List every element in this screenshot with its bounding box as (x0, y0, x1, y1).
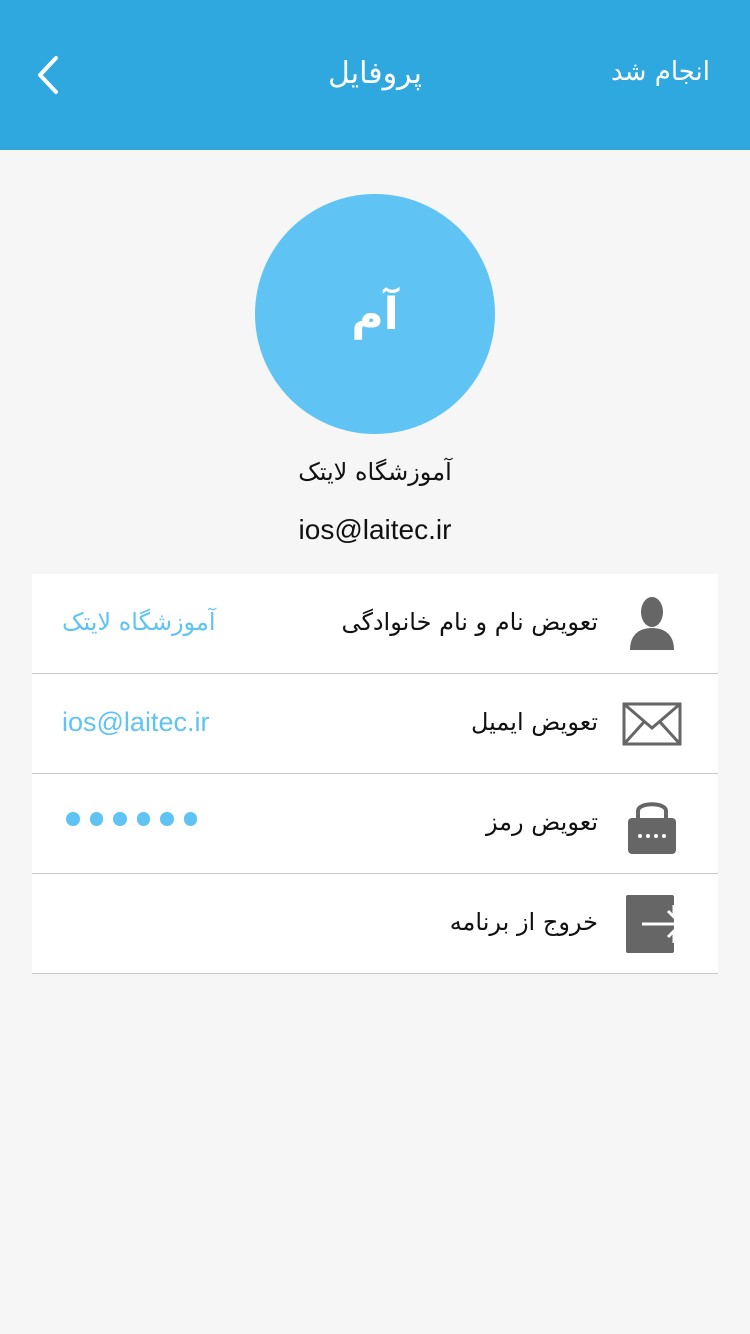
envelope-icon (622, 702, 682, 746)
navigation-bar: پروفایل انجام شد (0, 0, 750, 150)
password-dot (136, 812, 150, 826)
done-button[interactable]: انجام شد (611, 52, 710, 92)
logout-icon (626, 895, 684, 953)
logout-label: خروج از برنامه (449, 908, 598, 936)
masked-password (66, 812, 197, 826)
password-dot (160, 812, 174, 826)
profile-email: ios@laitec.ir (298, 514, 452, 545)
settings-list: تعویض نام و نام خانوادگی آموزشگاه لایتک … (32, 574, 718, 974)
logout-row[interactable]: خروج از برنامه (32, 874, 718, 974)
current-email-value: ios@laitec.ir (62, 707, 210, 737)
password-dot (66, 812, 80, 826)
avatar-initials: آم (351, 288, 399, 340)
change-name-row[interactable]: تعویض نام و نام خانوادگی آموزشگاه لایتک (32, 574, 718, 674)
change-email-label: تعویض ایمیل (470, 708, 598, 736)
change-password-label: تعویض رمز (485, 808, 598, 836)
password-dot (183, 812, 197, 826)
password-dot (113, 812, 127, 826)
person-icon (630, 597, 674, 650)
current-name-value: آموزشگاه لایتک (62, 608, 216, 636)
profile-name: آموزشگاه لایتک (298, 458, 452, 486)
avatar[interactable]: آم (255, 194, 495, 434)
change-name-label: تعویض نام و نام خانوادگی (341, 608, 598, 636)
password-dot (89, 812, 103, 826)
lock-icon (628, 802, 676, 854)
change-email-row[interactable]: تعویض ایمیل ios@laitec.ir (32, 674, 718, 774)
change-password-row[interactable]: تعویض رمز (32, 774, 718, 874)
